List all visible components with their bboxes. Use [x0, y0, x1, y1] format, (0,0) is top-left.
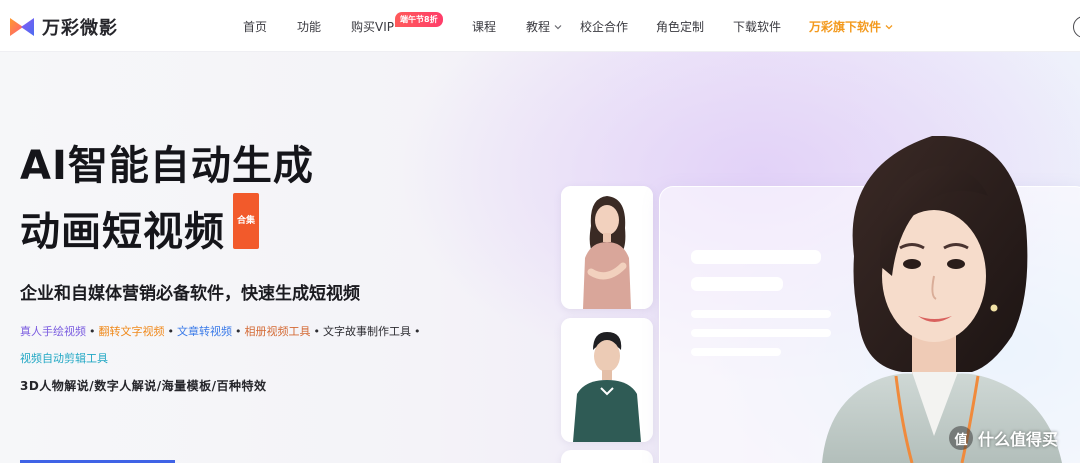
- thumbnail-third[interactable]: [561, 450, 653, 463]
- brand-name: 万彩微影: [42, 18, 118, 39]
- hero-section: AI智能自动生成 动画短视频 合集 企业和自媒体营销必备软件，快速生成短视频 真人…: [0, 52, 1080, 463]
- hero-subtitle: 企业和自媒体营销必备软件，快速生成短视频: [20, 284, 360, 304]
- nav-download-label: 下载软件: [733, 20, 782, 34]
- nav-download[interactable]: 下载软件: [733, 18, 781, 35]
- nav-buy-vip-label: 购买VIP: [351, 20, 394, 34]
- nav-school-cooperation[interactable]: 校企合作: [580, 18, 628, 35]
- nav-tutorials-label: 教程: [526, 20, 551, 34]
- feature-link-article-to-video[interactable]: 文章转视频: [177, 325, 232, 338]
- hero-title: AI智能自动生成 动画短视频 合集: [20, 139, 314, 259]
- nav-role-custom-label: 角色定制: [656, 20, 705, 34]
- promo-badge: 端午节8折: [395, 12, 443, 27]
- watermark-text: 什么值得买: [978, 430, 1059, 449]
- female-presenter-image: [561, 186, 653, 309]
- thumbnail-male-presenter[interactable]: [561, 318, 653, 442]
- nav-buy-vip[interactable]: 购买VIP: [351, 18, 394, 35]
- nav-courses[interactable]: 课程: [472, 18, 496, 35]
- hero-title-line2-wrap: 动画短视频 合集: [20, 193, 314, 259]
- nav-features-label: 功能: [297, 20, 322, 34]
- chevron-down-icon: [554, 24, 562, 29]
- hero-highlights: 3D人物解说/数字人解说/海量模板/百种特效: [20, 379, 267, 393]
- feature-links: 真人手绘视频 • 翻转文字视频 • 文章转视频 • 相册视频工具 • 文字故事制作工具 •视频自动…: [20, 325, 421, 365]
- feature-link-story[interactable]: 文字故事制作工具: [323, 325, 411, 338]
- feature-link-auto-edit[interactable]: 视频自动剪辑工具: [20, 352, 108, 365]
- nav-role-custom[interactable]: 角色定制: [656, 18, 704, 35]
- male-presenter-image: [561, 318, 653, 442]
- nav-home-label: 首页: [243, 20, 268, 34]
- nav-features[interactable]: 功能: [297, 18, 321, 35]
- feature-link-flip-text[interactable]: 翻转文字视频: [99, 325, 165, 338]
- hero-title-line1: AI智能自动生成: [20, 143, 314, 189]
- chevron-down-icon: [885, 24, 893, 29]
- nav-home[interactable]: 首页: [243, 18, 267, 35]
- smzdm-logo-icon: 值: [949, 426, 973, 450]
- feature-link-album-video[interactable]: 相册视频工具: [245, 325, 311, 338]
- nav-family-software-label: 万彩旗下软件: [809, 20, 882, 34]
- collection-badge: 合集: [233, 193, 260, 249]
- nav-school-cooperation-label: 校企合作: [580, 20, 629, 34]
- watermark: 值 什么值得买: [949, 426, 1058, 450]
- top-navbar: 万彩微影 首页 功能 购买VIP 端午节8折 课程 教程 校企合作 角色定制 下…: [0, 0, 1080, 52]
- search-button[interactable]: [1073, 16, 1080, 38]
- thumbnail-female-presenter[interactable]: [561, 186, 653, 309]
- nav-courses-label: 课程: [472, 20, 497, 34]
- nav-family-software[interactable]: 万彩旗下软件: [809, 18, 894, 35]
- brand-logo-icon: [10, 18, 34, 36]
- hero-title-line2: 动画短视频: [20, 209, 225, 255]
- nav-tutorials[interactable]: 教程: [526, 18, 563, 35]
- feature-link-hand-drawn[interactable]: 真人手绘视频: [20, 325, 86, 338]
- brand-logo[interactable]: 万彩微影: [9, 14, 118, 40]
- ai-presenter-avatar: [822, 136, 1062, 463]
